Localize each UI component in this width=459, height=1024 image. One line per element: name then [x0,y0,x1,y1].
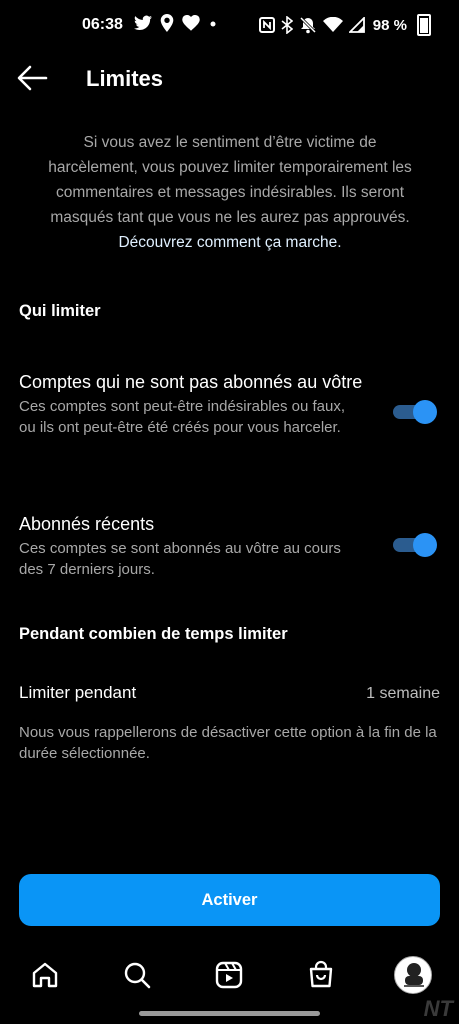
intro-text: Si vous avez le sentiment d’être victime… [40,130,420,255]
shop-icon [309,960,333,988]
bottom-nav [0,950,459,1002]
search-icon [124,962,151,989]
battery-level: 98 % [372,16,407,34]
learn-more-link[interactable]: Découvrez comment ça marche. [118,234,341,251]
toggle-knob [413,533,437,557]
battery-icon [417,14,431,36]
duration-label: Limiter pendant [19,683,137,702]
section-title-who: Qui limiter [19,302,101,320]
reels-icon [215,961,243,989]
duration-note: Nous vous rappellerons de désactiver cet… [19,724,437,762]
status-time: 06:38 [82,16,123,33]
profile-avatar[interactable] [394,956,432,994]
option-description: Ces comptes sont peut-être indésirables … [19,398,346,436]
mute-icon [299,16,316,34]
page-title: Limites [86,66,164,91]
duration-value: 1 semaine [366,685,440,702]
avatar-image [404,963,424,987]
location-icon [160,14,174,32]
watermark: NT [423,996,453,1021]
twitter-icon [134,15,152,31]
home-indicator [139,1011,320,1016]
header: Limites [0,58,459,100]
intro-description: Si vous avez le sentiment d’être victime… [48,134,412,226]
nav-shop[interactable] [306,960,338,992]
toggle-non-followers[interactable] [393,400,437,424]
activate-button[interactable]: Activer [19,874,440,926]
status-bar: 06:38 98 % [0,0,459,50]
option-title: Comptes qui ne sont pas abonnés au vôtre [19,372,363,392]
nav-home[interactable] [30,960,62,992]
wifi-icon [322,17,343,32]
nav-reels[interactable] [214,960,246,992]
section-title-duration: Pendant combien de temps limiter [19,625,288,643]
nfc-icon [258,17,275,33]
option-description: Ces comptes se sont abonnés au vôtre au … [19,540,341,578]
heart-icon [182,15,200,31]
toggle-knob [413,400,437,424]
dot-icon [210,21,216,27]
toggle-recent-followers[interactable] [393,533,437,557]
option-title: Abonnés récents [19,514,155,534]
nav-search[interactable] [122,960,154,992]
bluetooth-icon [281,16,293,34]
home-icon [32,962,58,988]
signal-icon [348,17,365,33]
back-button[interactable] [16,64,52,94]
arrow-left-icon [17,65,48,91]
